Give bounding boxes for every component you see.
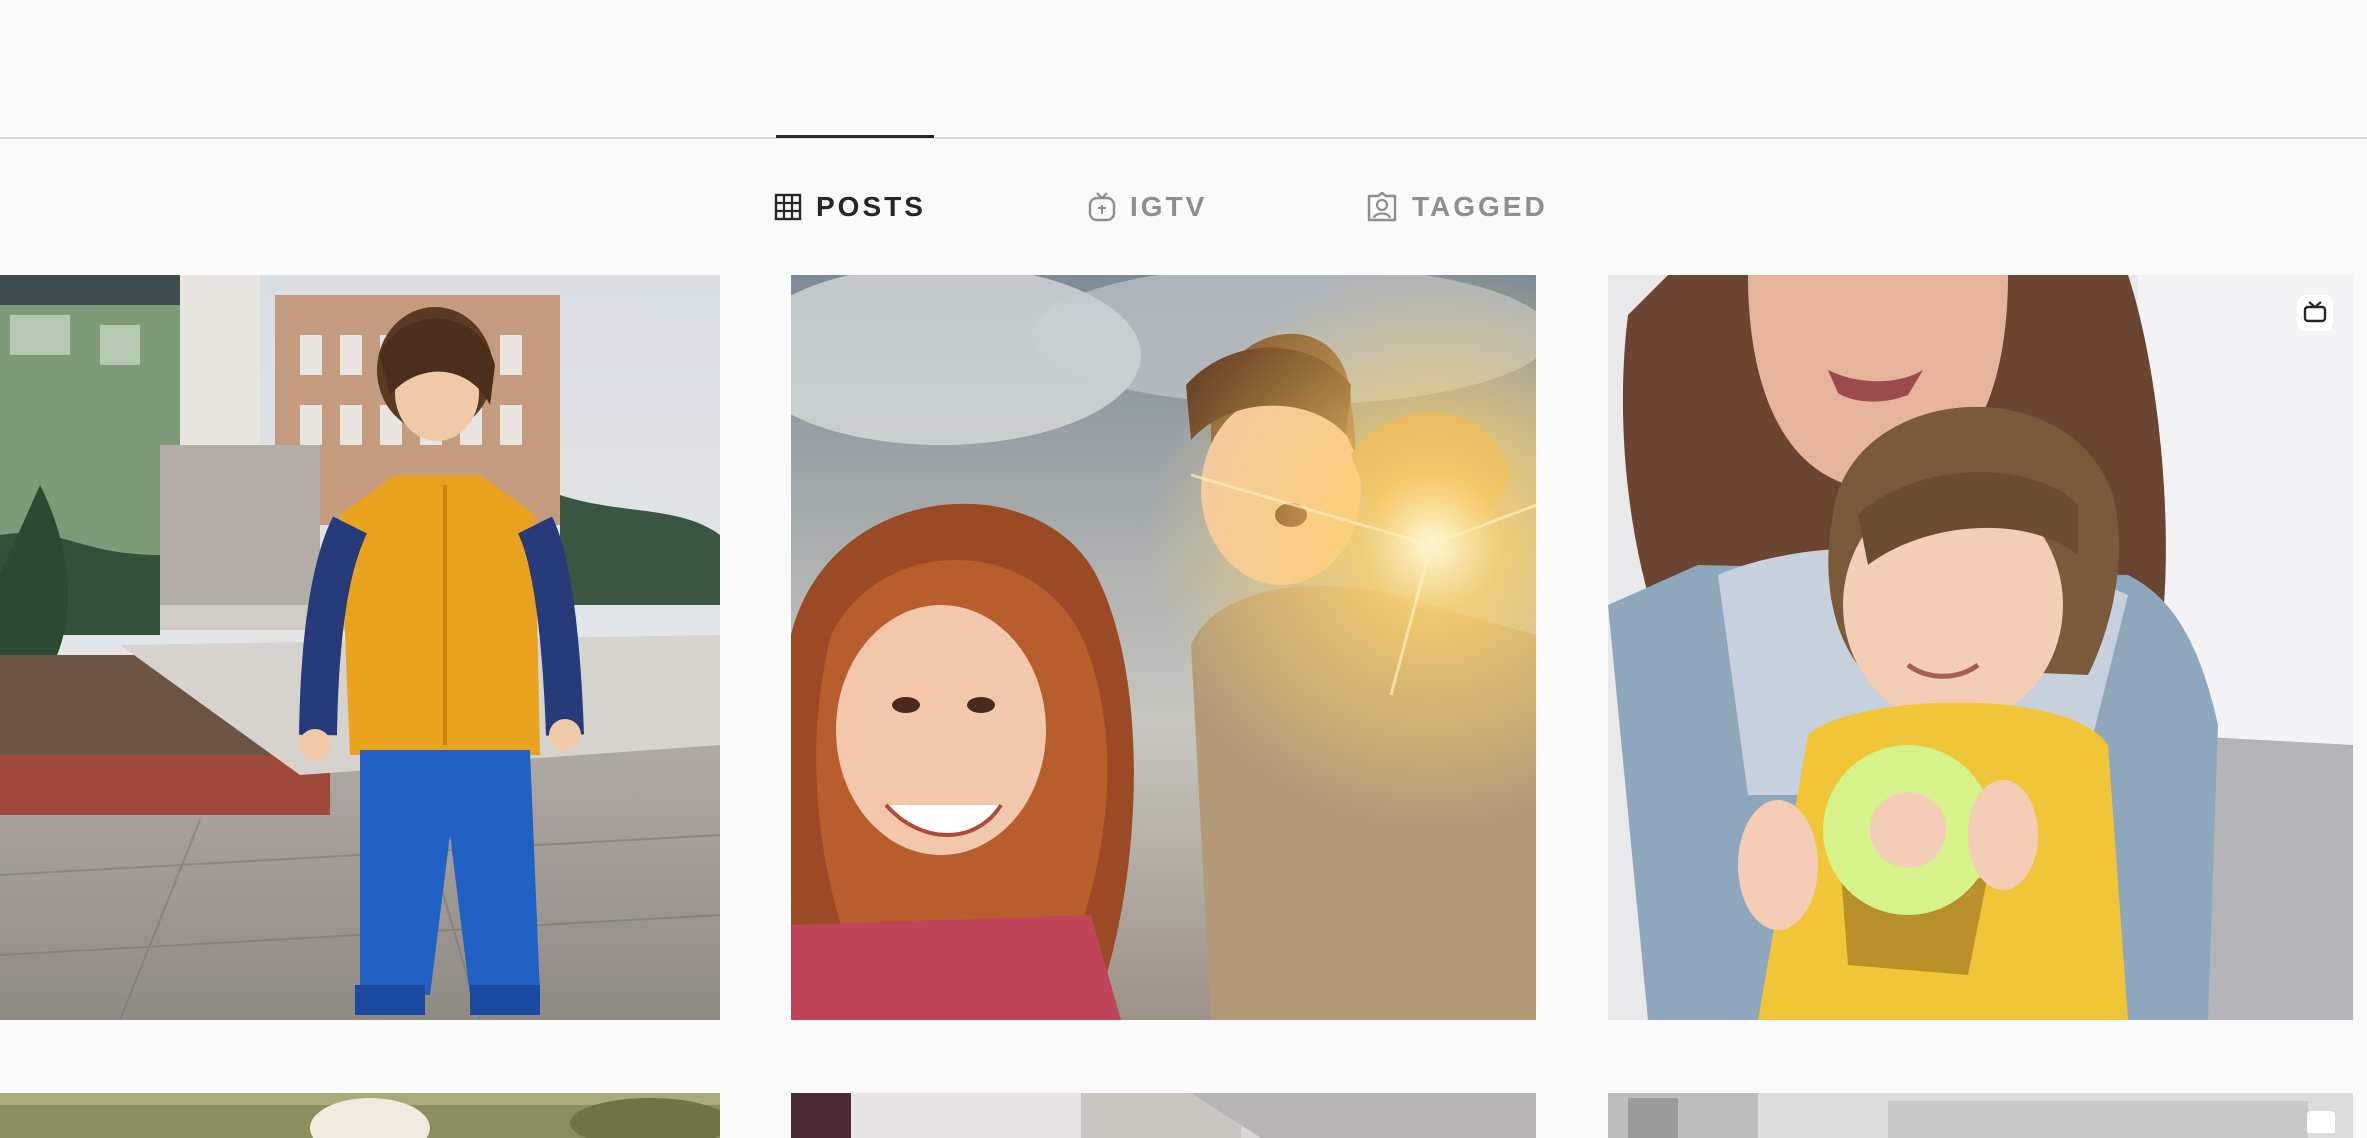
profile-page: POSTS IGTV TAGGED <box>0 0 2367 1138</box>
igtv-icon <box>1088 192 1116 222</box>
post-image-3 <box>1608 275 2353 1020</box>
post-image-1 <box>0 275 720 1020</box>
tab-posts[interactable]: POSTS <box>774 186 926 228</box>
tab-tagged-label: TAGGED <box>1412 191 1548 222</box>
grid-icon <box>774 193 802 221</box>
profile-tabs: POSTS IGTV TAGGED <box>0 186 2367 228</box>
post-thumbnail-2[interactable] <box>791 275 1536 1020</box>
post-thumbnail-4[interactable] <box>0 1093 720 1138</box>
tab-igtv-label: IGTV <box>1130 191 1208 222</box>
post-thumbnail-3[interactable] <box>1608 275 2353 1020</box>
post-thumbnail-5[interactable] <box>791 1093 1536 1138</box>
post-thumbnail-1[interactable] <box>0 275 720 1020</box>
tagged-icon <box>1366 192 1398 222</box>
post-image-2 <box>791 275 1536 1020</box>
tab-tagged[interactable]: TAGGED <box>1366 186 1548 228</box>
active-tab-indicator <box>776 135 934 138</box>
tabs-divider <box>0 137 2367 139</box>
tab-igtv[interactable]: IGTV <box>1088 186 1207 228</box>
post-image-6 <box>1608 1093 2353 1138</box>
post-thumbnail-6[interactable] <box>1608 1093 2353 1138</box>
post-image-4 <box>0 1093 720 1138</box>
reel-icon <box>2295 293 2335 333</box>
tab-posts-label: POSTS <box>816 191 926 222</box>
post-image-5 <box>791 1093 1536 1138</box>
reel-icon <box>2307 1111 2335 1133</box>
